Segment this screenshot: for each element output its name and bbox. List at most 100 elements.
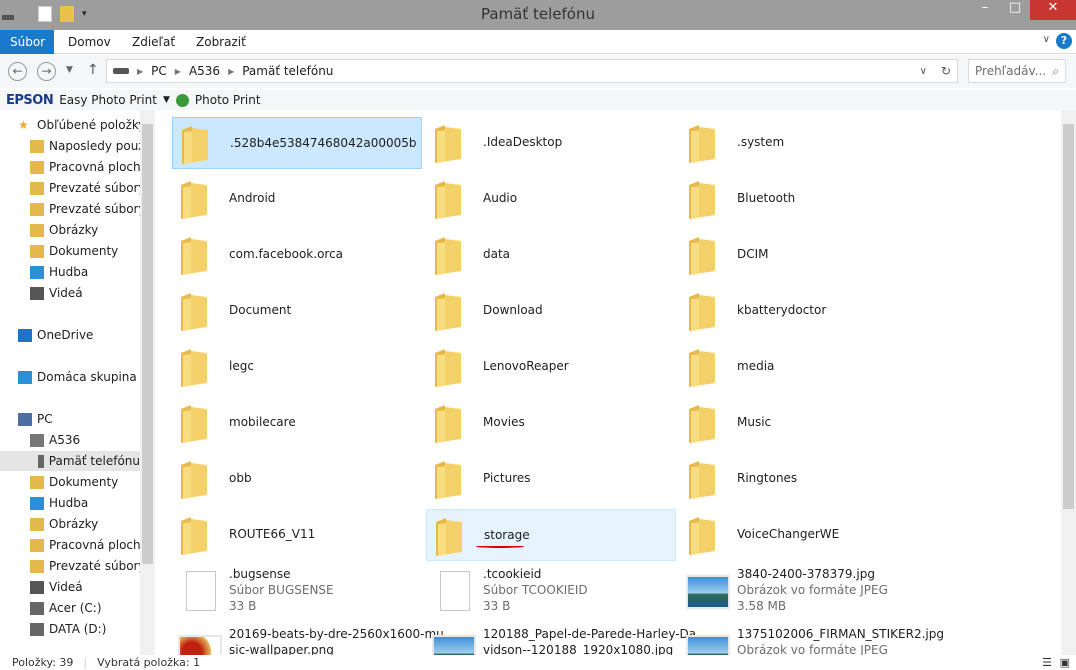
sidebar-item-label: Hudba <box>49 265 89 279</box>
file-item[interactable]: 3840-2400-378379.jpg Obrázok vo formáte J… <box>680 567 930 627</box>
folder-item[interactable]: .528b4e53847468042a00005b <box>172 117 422 169</box>
sidebar-item[interactable]: Videá <box>30 577 83 597</box>
folder-item[interactable]: Pictures <box>426 453 676 505</box>
sidebar-item-label: Pracovná plocha <box>49 538 148 552</box>
photo-print-button[interactable]: Photo Print <box>195 93 261 107</box>
refresh-icon[interactable]: ↻ <box>941 64 951 78</box>
folder-item[interactable]: Bluetooth <box>680 173 930 225</box>
music-icon <box>30 265 44 279</box>
minimize-button[interactable]: – <box>970 0 1000 20</box>
folder-item[interactable]: LenovoReaper <box>426 341 676 393</box>
folder-item[interactable]: mobilecare <box>172 397 422 449</box>
pc-icon <box>18 412 32 426</box>
sidebar-item[interactable]: Dokumenty <box>30 472 118 492</box>
easy-photo-print-button[interactable]: Easy Photo Print <box>59 93 157 107</box>
folder-name: ROUTE66_V11 <box>229 527 316 541</box>
file-item[interactable]: .tcookieid Súbor TCOOKIEID 33 B <box>426 567 676 627</box>
file-item[interactable]: 120188_Papel-de-Parede-Harley-Da vidson--… <box>426 627 696 655</box>
breadcrumb-phone-memory[interactable]: Pamäť telefónu <box>242 64 333 78</box>
folder-item[interactable]: kbatterydoctor <box>680 285 930 337</box>
breadcrumb-pc[interactable]: PC <box>151 64 167 78</box>
folder-item[interactable]: Ringtones <box>680 453 930 505</box>
sidebar-scrollbar[interactable] <box>140 110 155 655</box>
folder-item[interactable]: storage <box>426 509 676 561</box>
up-button[interactable]: ↑ <box>87 62 99 78</box>
sidebar-item-label: Prevzaté súbory <box>49 559 146 573</box>
tab-view[interactable]: Zobraziť <box>186 30 256 54</box>
folder-item[interactable]: Download <box>426 285 676 337</box>
folder-item[interactable]: legc <box>172 341 422 393</box>
forward-button[interactable]: → <box>37 62 56 81</box>
file-list: .528b4e53847468042a00005b .IdeaDesktop .sy… <box>160 110 1060 655</box>
tab-share[interactable]: Zdieľať <box>122 30 185 54</box>
content-scrollbar[interactable] <box>1061 110 1076 655</box>
sidebar-item[interactable]: Pamäť telefónu <box>0 451 140 471</box>
sidebar-item[interactable]: ★ Obľúbené položky <box>18 115 146 135</box>
folder-item[interactable]: Music <box>680 397 930 449</box>
sidebar-item[interactable]: Dokumenty <box>30 241 118 261</box>
tab-file[interactable]: Súbor <box>0 30 54 54</box>
sidebar-item-label: PC <box>37 412 53 426</box>
sidebar-item[interactable]: DATA (D:) <box>30 619 106 639</box>
sidebar-item[interactable]: OneDrive <box>18 325 93 345</box>
sidebar-item[interactable]: Pracovná plocha <box>30 535 148 555</box>
breadcrumb-a536[interactable]: A536 <box>189 64 220 78</box>
folder-name: Bluetooth <box>737 191 796 205</box>
address-bar[interactable]: ▶ PC ▶ A536 ▶ Pamäť telefónu ∨ ↻ <box>106 59 958 83</box>
sidebar-item[interactable]: Naposledy použi <box>30 136 148 156</box>
folder-item[interactable]: data <box>426 229 676 281</box>
folder-icon <box>179 349 209 387</box>
help-icon[interactable]: ? <box>1056 33 1072 49</box>
sidebar-item[interactable]: Obrázky <box>30 514 98 534</box>
folder-item[interactable]: media <box>680 341 930 393</box>
file-item[interactable]: 20169-beats-by-dre-2560x1600-mu sic-wallp… <box>172 627 444 655</box>
selected-count: Vybratá položka: 1 <box>97 656 201 669</box>
sidebar-item[interactable]: PC <box>18 409 53 429</box>
sidebar-item-label: Pamäť telefónu <box>48 454 140 468</box>
dropdown-icon[interactable]: ▼ <box>163 95 170 105</box>
folder-item[interactable]: Document <box>172 285 422 337</box>
folder-icon <box>179 461 209 499</box>
sidebar-item[interactable]: Hudba <box>30 262 88 282</box>
folder-icon <box>433 461 463 499</box>
details-view-icon[interactable]: ☰ <box>1042 656 1052 669</box>
sidebar-item-label: DATA (D:) <box>49 622 107 636</box>
folder-item[interactable]: ROUTE66_V11 <box>172 509 422 561</box>
folder-item[interactable]: obb <box>172 453 422 505</box>
address-dropdown-icon[interactable]: ∨ <box>920 66 927 77</box>
folder-item[interactable]: .system <box>680 117 930 169</box>
file-item[interactable]: 1375102006_FIRMAN_STIKER2.jpg Obrázok vo … <box>680 627 944 655</box>
folder-icon <box>687 125 717 163</box>
large-icons-view-icon[interactable]: ▣ <box>1060 656 1070 669</box>
folder-item[interactable]: Movies <box>426 397 676 449</box>
sidebar-item[interactable]: Prevzaté súbory <box>30 556 146 576</box>
sidebar-item[interactable]: Hudba <box>30 493 88 513</box>
sidebar-item[interactable]: Prevzaté súbory <box>30 178 146 198</box>
expand-ribbon-icon[interactable]: ∨ <box>1043 34 1050 45</box>
sidebar-item[interactable]: A536 <box>30 430 80 450</box>
recent-locations-icon[interactable]: ▼ <box>66 65 73 75</box>
folder-item[interactable]: DCIM <box>680 229 930 281</box>
folder-item[interactable]: Audio <box>426 173 676 225</box>
maximize-button[interactable]: □ <box>1000 0 1030 20</box>
folder-item[interactable]: .IdeaDesktop <box>426 117 676 169</box>
sidebar-item[interactable]: Pracovná plocha <box>30 157 148 177</box>
search-input[interactable]: Prehľadáv... ⌕ <box>968 59 1066 83</box>
close-button[interactable]: ✕ <box>1030 0 1076 20</box>
sidebar-item-label: Acer (C:) <box>49 601 102 615</box>
back-button[interactable]: ← <box>8 62 27 81</box>
folder-name: kbatterydoctor <box>737 303 827 317</box>
pictures-icon <box>30 223 44 237</box>
file-item[interactable]: .bugsense Súbor BUGSENSE 33 B <box>172 567 422 627</box>
folder-item[interactable]: com.facebook.orca <box>172 229 422 281</box>
sidebar-item[interactable]: Acer (C:) <box>30 598 102 618</box>
sidebar-item[interactable]: Domáca skupina <box>18 367 137 387</box>
epson-logo: EPSON <box>6 92 54 108</box>
sidebar-item[interactable]: Obrázky <box>30 220 98 240</box>
sidebar-item[interactable]: Videá <box>30 283 83 303</box>
folder-name: media <box>737 359 775 373</box>
sidebar-item[interactable]: Prevzaté súbory <box>30 199 146 219</box>
folder-item[interactable]: Android <box>172 173 422 225</box>
tab-home[interactable]: Domov <box>58 30 121 54</box>
folder-item[interactable]: VoiceChangerWE <box>680 509 930 561</box>
